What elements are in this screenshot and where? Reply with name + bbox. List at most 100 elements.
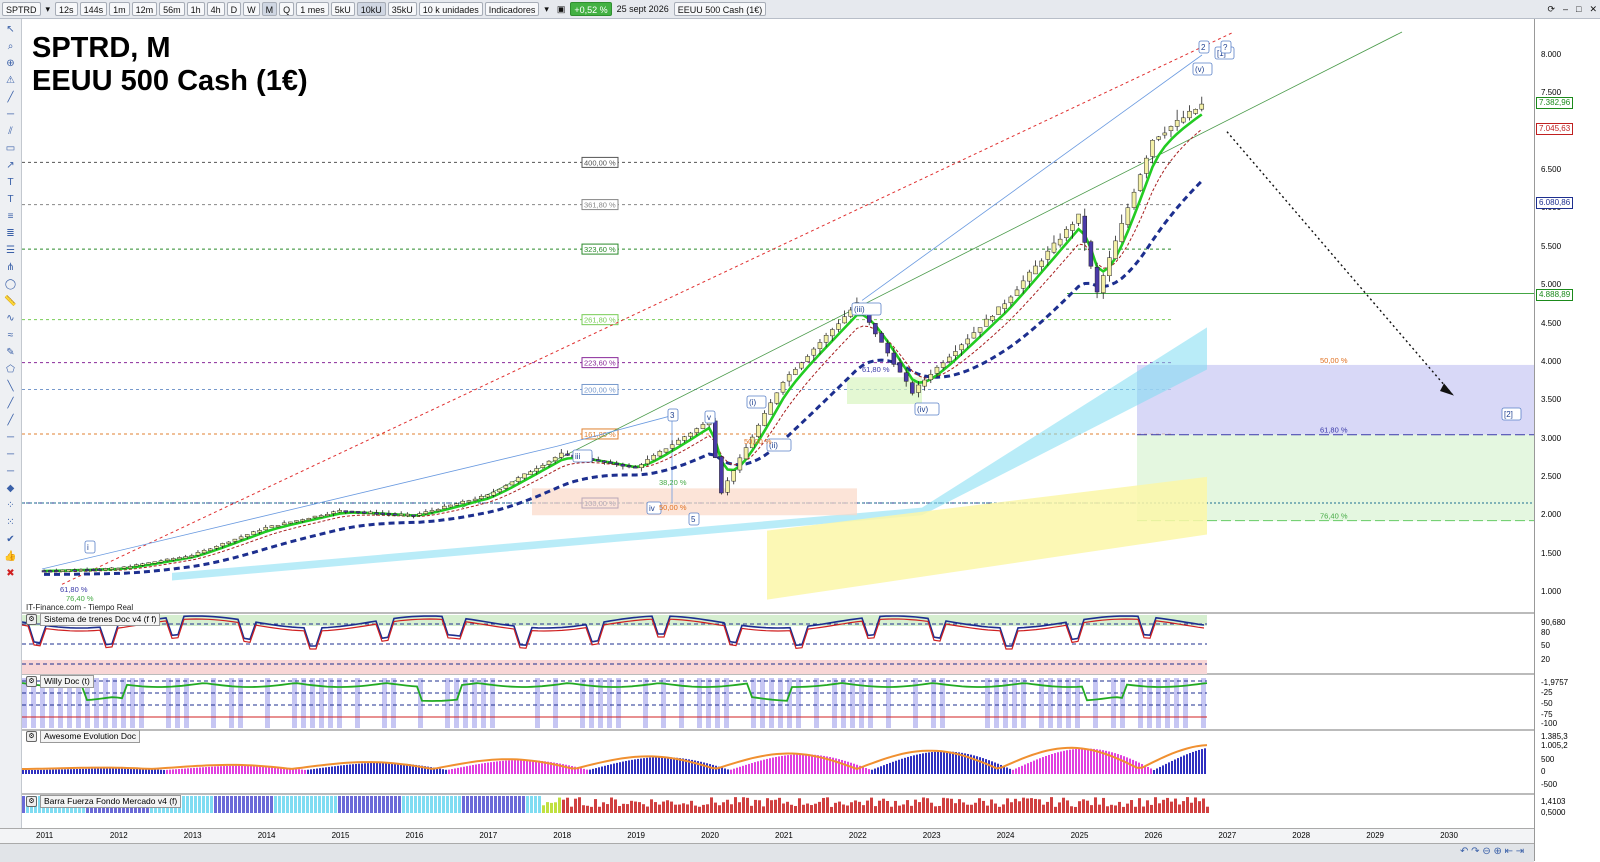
chevron-down-icon[interactable]: ▾: [43, 2, 54, 16]
text2-icon[interactable]: T: [4, 193, 17, 206]
unit-35kU[interactable]: 35kU: [387, 2, 417, 16]
unit-10kU[interactable]: 10kU: [356, 2, 386, 16]
hline4-icon[interactable]: ─: [4, 465, 17, 478]
poly-icon[interactable]: ⬠: [4, 363, 17, 376]
period-1m[interactable]: 1m: [109, 2, 130, 16]
line-icon[interactable]: ╱: [4, 91, 17, 104]
close-icon[interactable]: ✕: [1586, 2, 1600, 16]
dots-icon[interactable]: ⁘: [4, 499, 17, 512]
awesome-bar: [1045, 755, 1047, 774]
barra-bar: [830, 806, 833, 813]
fib3-icon[interactable]: ☰: [4, 244, 17, 257]
barra-bar: [302, 796, 305, 813]
tline2-icon[interactable]: ╱: [4, 397, 17, 410]
period-W[interactable]: W: [243, 2, 260, 16]
candle: [1144, 157, 1149, 174]
minimize-icon[interactable]: –: [1560, 2, 1571, 16]
barra-bar: [314, 796, 317, 813]
barra-bar: [686, 804, 689, 813]
period-12s[interactable]: 12s: [55, 2, 78, 16]
unit-5kU[interactable]: 5kU: [330, 2, 355, 16]
zoom-in-icon[interactable]: ⊕: [4, 57, 17, 70]
awesome-bar: [502, 760, 504, 774]
diamond-icon[interactable]: ◆: [4, 482, 17, 495]
text-icon[interactable]: T: [4, 176, 17, 189]
barra-bar: [1190, 802, 1193, 813]
hline2-icon[interactable]: ─: [4, 431, 17, 444]
candle: [146, 562, 151, 565]
awesome-bar: [226, 765, 228, 774]
units-selector[interactable]: 10 k unidades: [418, 2, 483, 16]
barra-bar: [454, 796, 457, 813]
barra-bar: [914, 799, 917, 813]
hline-icon[interactable]: ─: [4, 108, 17, 121]
dots2-icon[interactable]: ⁙: [4, 516, 17, 529]
awesome-bar: [847, 761, 849, 774]
price-chart[interactable]: 400,00 %361,80 %323,60 %261,80 %223,60 %…: [22, 19, 1534, 814]
time-axis[interactable]: 2011 2012 2013 2014 2015 2016 2017 2018 2019 2020…: [0, 828, 1534, 844]
candle: [1181, 117, 1186, 123]
period-D[interactable]: D: [226, 2, 242, 16]
delete-icon[interactable]: ✖: [4, 567, 17, 580]
ellipse-icon[interactable]: ◯: [4, 278, 17, 291]
panel-close-icon[interactable]: ⚙: [26, 796, 37, 807]
fib2-icon[interactable]: ≣: [4, 227, 17, 240]
candle: [1119, 223, 1124, 242]
chevron-down-icon[interactable]: ▾: [541, 2, 552, 16]
period-1h[interactable]: 1h: [186, 2, 205, 16]
awesome-bar: [316, 768, 318, 774]
barra-bar: [402, 796, 405, 813]
period-Q[interactable]: Q: [279, 2, 295, 16]
awesome-bar: [457, 767, 459, 774]
awesome-bar: [1078, 748, 1080, 774]
barra-bar: [254, 796, 257, 813]
barra-bar: [818, 801, 821, 813]
sync-icon[interactable]: ⟳: [1544, 2, 1558, 16]
period-144s[interactable]: 144s: [79, 2, 108, 16]
thumb-icon[interactable]: 👍: [4, 550, 17, 563]
period-12m[interactable]: 12m: [131, 2, 158, 16]
panel-close-icon[interactable]: ⚙: [26, 676, 37, 687]
period-M[interactable]: M: [261, 2, 278, 16]
panel-close-icon[interactable]: ⚙: [26, 614, 37, 625]
cursor-icon[interactable]: ↖: [4, 23, 17, 36]
wave-label: [2]: [1504, 410, 1513, 419]
panel-close-icon[interactable]: ⚙: [26, 731, 37, 742]
fib-icon[interactable]: ≡: [4, 210, 17, 223]
channel-icon[interactable]: ⫽: [4, 125, 17, 138]
alert-icon[interactable]: ⚠: [4, 74, 17, 87]
arrow-icon[interactable]: ↗: [4, 159, 17, 172]
wave-icon[interactable]: ≈: [4, 329, 17, 342]
pen-icon[interactable]: ✎: [4, 346, 17, 359]
candle: [1033, 265, 1038, 275]
cycle-icon[interactable]: ∿: [4, 312, 17, 325]
period-4h[interactable]: 4h: [206, 2, 225, 16]
barra-bar: [494, 796, 497, 813]
awesome-bar: [232, 765, 234, 774]
hline3-icon[interactable]: ─: [4, 448, 17, 461]
check-icon[interactable]: ✔: [4, 533, 17, 546]
awesome-bar: [754, 762, 756, 774]
maximize-icon[interactable]: □: [1573, 2, 1584, 16]
range-selector[interactable]: 1 mes: [296, 2, 329, 16]
candle: [454, 503, 459, 506]
layout-icon[interactable]: ▣: [554, 2, 569, 16]
horizontal-scrollbar[interactable]: ↶ ↷ ⊖ ⊕ ⇤ ⇥: [0, 843, 1534, 862]
zoom-icon[interactable]: ⌕: [4, 40, 17, 53]
period-56m[interactable]: 56m: [159, 2, 185, 16]
tline3-icon[interactable]: ╱: [4, 414, 17, 427]
pitchfork-icon[interactable]: ⋔: [4, 261, 17, 274]
price-axis[interactable]: 8.0007.5007.0006.5006.0005.5005.0004.500…: [1534, 19, 1600, 861]
indicators-button[interactable]: Indicadores: [484, 2, 540, 16]
rect-icon[interactable]: ▭: [4, 142, 17, 155]
awesome-bar: [736, 767, 738, 774]
awesome-bar: [517, 759, 519, 774]
symbol-selector[interactable]: SPTRD: [2, 2, 41, 16]
awesome-bar: [469, 765, 471, 774]
ruler-icon[interactable]: 📏: [4, 295, 17, 308]
barra-bar: [350, 796, 353, 813]
awesome-bar: [151, 769, 153, 774]
nav-icons[interactable]: ↶ ↷ ⊖ ⊕ ⇤ ⇥: [1460, 846, 1524, 857]
tline-icon[interactable]: ╲: [4, 380, 17, 393]
barra-bar: [846, 805, 849, 813]
